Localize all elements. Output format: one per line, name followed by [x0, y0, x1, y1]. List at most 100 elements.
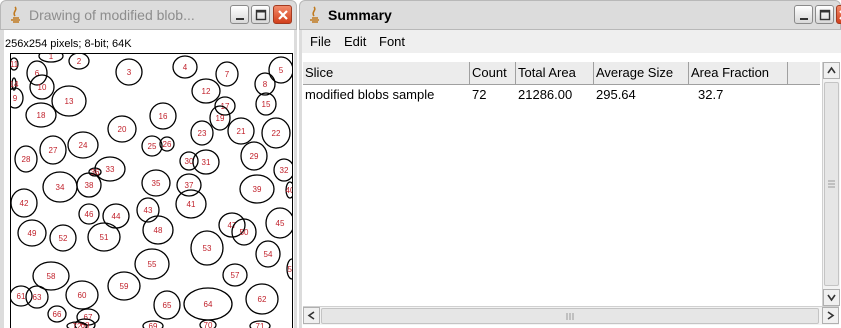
- blob-label: 18: [37, 111, 46, 120]
- cell-slice: modified blobs sample: [305, 87, 435, 102]
- horizontal-scroll-thumb[interactable]: [321, 308, 819, 324]
- menu-font[interactable]: Font: [379, 34, 405, 49]
- cell-count: 72: [472, 87, 487, 102]
- blob-label: 3: [127, 68, 132, 77]
- java-app-icon: [11, 6, 20, 23]
- blob-label: 19: [216, 114, 225, 123]
- blob-label: 38: [85, 181, 94, 190]
- blob-label: 50: [240, 228, 249, 237]
- blob-label: 59: [120, 282, 129, 291]
- blob-label: 31: [202, 158, 211, 167]
- blob-label: 64: [204, 300, 213, 309]
- column-header-slice[interactable]: Slice: [303, 62, 470, 84]
- blob-label: 35: [152, 179, 161, 188]
- cell-area-fraction: 32.7: [698, 87, 724, 102]
- close-button[interactable]: [836, 5, 841, 24]
- blob-label: 2: [77, 57, 82, 66]
- image-window-title: Drawing of modified blob...: [29, 7, 195, 23]
- scroll-up-button[interactable]: [823, 62, 840, 79]
- blob-label: 12: [202, 87, 211, 96]
- maximize-icon: [819, 9, 831, 21]
- grip-icon: [828, 180, 835, 188]
- minimize-button[interactable]: [230, 5, 249, 24]
- summary-window-titlebar[interactable]: Summary: [299, 0, 841, 30]
- blob-label: 23: [198, 129, 207, 138]
- blob-label: 57: [231, 271, 240, 280]
- column-header-count[interactable]: Count: [470, 62, 516, 84]
- minimize-icon: [800, 18, 808, 20]
- blob-label: 1: [49, 54, 54, 61]
- blob-label: 51: [100, 233, 109, 242]
- scroll-left-button[interactable]: [303, 307, 320, 324]
- blob-drawing: 2134567891011121314151617181920212223242…: [11, 54, 293, 328]
- blob-label: 71: [256, 322, 265, 328]
- image-canvas[interactable]: 2134567891011121314151617181920212223242…: [10, 53, 293, 328]
- close-icon: [278, 10, 288, 20]
- blob-label: 20: [118, 125, 127, 134]
- blob-label: 9: [13, 94, 18, 103]
- menu-file[interactable]: File: [310, 34, 331, 49]
- column-header-empty: [788, 62, 820, 84]
- blob-label: 37: [185, 181, 194, 190]
- blob-label: 16: [159, 112, 168, 121]
- blob-label: 4: [183, 63, 188, 72]
- window-frame: [299, 30, 302, 328]
- blob-label: 24: [79, 141, 88, 150]
- cell-total-area: 21286.00: [518, 87, 573, 102]
- blob-label: 58: [47, 272, 56, 281]
- summary-window-title: Summary: [328, 7, 392, 23]
- blob-label: 63: [33, 293, 42, 302]
- minimize-button[interactable]: [794, 5, 813, 24]
- maximize-button[interactable]: [815, 5, 834, 24]
- image-window-titlebar[interactable]: Drawing of modified blob...: [0, 0, 297, 30]
- blob-label: 60: [78, 291, 87, 300]
- blob-label: 22: [272, 129, 281, 138]
- column-header-area-fraction[interactable]: Area Fraction: [689, 62, 788, 84]
- blob-label: 45: [276, 219, 285, 228]
- blob-label: 49: [28, 229, 37, 238]
- maximize-icon: [255, 9, 267, 21]
- vertical-scrollbar[interactable]: [822, 62, 840, 306]
- blob-label: 43: [144, 206, 153, 215]
- table-row[interactable]: modified blobs sample 72 21286.00 295.64…: [303, 85, 820, 105]
- blob-label: 52: [59, 234, 68, 243]
- blob-label: 39: [253, 185, 262, 194]
- blob-label: 53: [203, 244, 212, 253]
- blob-label: 61: [17, 292, 26, 301]
- blob-label: 46: [85, 210, 94, 219]
- blob-label: 15: [262, 100, 271, 109]
- blob-label: 25: [148, 142, 157, 151]
- column-header-average-size[interactable]: Average Size: [594, 62, 689, 84]
- results-table[interactable]: Slice Count Total Area Average Size Area…: [303, 62, 820, 306]
- blob-label: 62: [258, 295, 267, 304]
- blob-label: 41: [187, 200, 196, 209]
- blob-label: 54: [264, 250, 273, 259]
- blob-label: 8: [263, 80, 268, 89]
- blob-label: 44: [112, 212, 121, 221]
- horizontal-scrollbar[interactable]: [303, 306, 839, 325]
- vertical-scroll-thumb[interactable]: [824, 82, 839, 286]
- close-button[interactable]: [273, 5, 292, 24]
- image-window: Drawing of modified blob... 256x254 pixe…: [0, 0, 297, 328]
- scroll-down-button[interactable]: [823, 289, 840, 306]
- blob-label: 55: [148, 260, 157, 269]
- table-header: Slice Count Total Area Average Size Area…: [303, 62, 820, 85]
- blob-label: 56: [288, 265, 293, 274]
- scroll-right-button[interactable]: [822, 307, 839, 324]
- close-icon: [839, 10, 841, 20]
- menu-edit[interactable]: Edit: [344, 34, 366, 49]
- blob-label: 33: [106, 165, 115, 174]
- blob-label: 13: [65, 97, 74, 106]
- scroll-down-icon: [827, 294, 836, 302]
- blob-label: 36: [91, 168, 100, 177]
- blob-label: 14: [11, 80, 19, 89]
- maximize-button[interactable]: [251, 5, 270, 24]
- blob-label: 34: [56, 183, 65, 192]
- blob-label: 21: [237, 127, 246, 136]
- scroll-up-icon: [827, 66, 836, 74]
- blob-label: 11: [11, 60, 19, 69]
- minimize-icon: [236, 18, 244, 20]
- scroll-right-icon: [827, 311, 835, 320]
- blob-label: 65: [163, 301, 172, 310]
- column-header-total-area[interactable]: Total Area: [516, 62, 594, 84]
